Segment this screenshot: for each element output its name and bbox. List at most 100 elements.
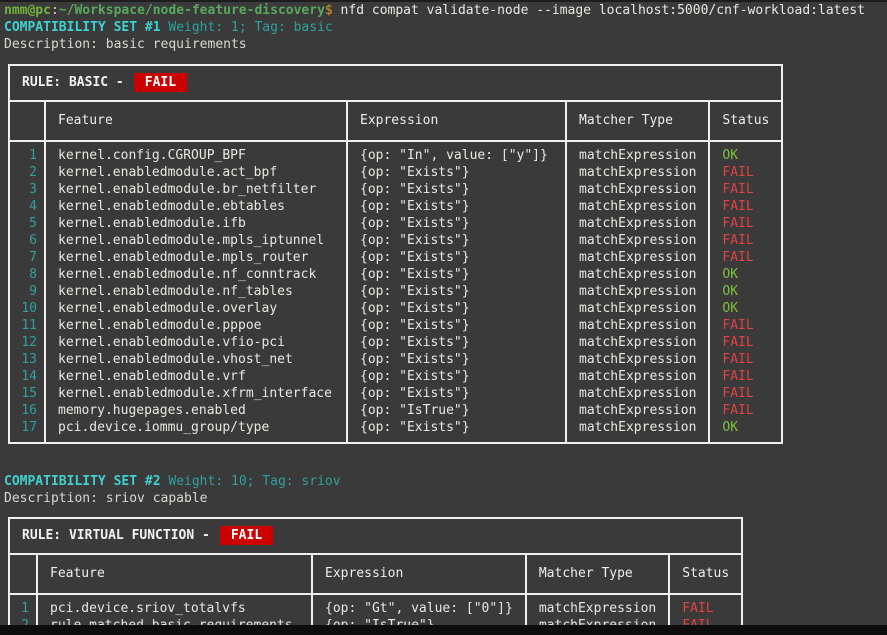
feature-cell: kernel.enabledmodule.br_netfilter <box>45 181 347 198</box>
matcher-type-cell: matchExpression <box>566 300 709 317</box>
feature-cell: kernel.enabledmodule.mpls_router <box>45 249 347 266</box>
feature-cell: kernel.enabledmodule.vrf <box>45 368 347 385</box>
table-row: 15kernel.enabledmodule.xfrm_interface{op… <box>10 385 781 402</box>
matcher-type-cell: matchExpression <box>566 419 709 442</box>
feature-cell: pci.device.sriov_totalvfs <box>37 594 312 617</box>
status-cell: FAIL <box>669 594 741 617</box>
expression-cell: {op: "In", value: ["y"]} <box>347 141 566 164</box>
table-row: 17pci.device.iommu_group/type{op: "Exist… <box>10 419 781 442</box>
status-cell: FAIL <box>709 181 781 198</box>
col-header-number <box>10 102 45 141</box>
status-cell: FAIL <box>709 232 781 249</box>
compat-table-1: Feature Expression Matcher Type Status 1… <box>10 102 781 442</box>
expression-cell: {op: "Exists"} <box>347 317 566 334</box>
feature-cell: kernel.enabledmodule.xfrm_interface <box>45 385 347 402</box>
col-header-expression: Expression <box>312 555 526 594</box>
column-header-row: Feature Expression Matcher Type Status <box>10 555 741 594</box>
table-row: 11kernel.enabledmodule.pppoe{op: "Exists… <box>10 317 781 334</box>
col-header-matcher-type: Matcher Type <box>566 102 709 141</box>
matcher-type-cell: matchExpression <box>566 164 709 181</box>
matcher-type-cell: matchExpression <box>566 181 709 198</box>
matcher-type-cell: matchExpression <box>566 351 709 368</box>
matcher-type-cell: matchExpression <box>526 594 669 617</box>
terminal-bottom-edge <box>0 625 887 635</box>
terminal-window[interactable]: nmm@pc:~/Workspace/node-feature-discover… <box>0 0 887 635</box>
row-number-cell: 10 <box>10 300 45 317</box>
set1-header-line: COMPATIBILITY SET #1 Weight: 1; Tag: bas… <box>0 19 887 36</box>
matcher-type-cell: matchExpression <box>566 334 709 351</box>
set2-meta: Weight: 10; Tag: sriov <box>161 474 341 489</box>
fail-badge: FAIL <box>220 526 273 545</box>
prompt-colon: : <box>51 3 59 18</box>
matcher-type-cell: matchExpression <box>566 368 709 385</box>
rule-table-virtual-function: RULE: VIRTUAL FUNCTION -FAIL Feature Exp… <box>8 517 743 635</box>
table-row: 3kernel.enabledmodule.br_netfilter{op: "… <box>10 181 781 198</box>
status-cell: FAIL <box>709 334 781 351</box>
col-header-status: Status <box>709 102 781 141</box>
col-header-number <box>10 555 37 594</box>
table-row: 10kernel.enabledmodule.overlay{op: "Exis… <box>10 300 781 317</box>
table-row: 1kernel.config.CGROUP_BPF{op: "In", valu… <box>10 141 781 164</box>
matcher-type-cell: matchExpression <box>566 402 709 419</box>
set2-header-line: COMPATIBILITY SET #2 Weight: 10; Tag: sr… <box>0 473 887 490</box>
status-cell: FAIL <box>709 351 781 368</box>
row-number-cell: 12 <box>10 334 45 351</box>
feature-cell: kernel.enabledmodule.ebtables <box>45 198 347 215</box>
table-row: 8kernel.enabledmodule.nf_conntrack{op: "… <box>10 266 781 283</box>
prompt-line: nmm@pc:~/Workspace/node-feature-discover… <box>0 2 887 19</box>
expression-cell: {op: "Exists"} <box>347 300 566 317</box>
column-header-row: Feature Expression Matcher Type Status <box>10 102 781 141</box>
feature-cell: kernel.enabledmodule.mpls_iptunnel <box>45 232 347 249</box>
status-cell: FAIL <box>709 368 781 385</box>
expression-cell: {op: "Exists"} <box>347 334 566 351</box>
feature-cell: kernel.config.CGROUP_BPF <box>45 141 347 164</box>
rule-label: RULE: BASIC - <box>22 75 124 90</box>
expression-cell: {op: "Exists"} <box>347 351 566 368</box>
matcher-type-cell: matchExpression <box>566 385 709 402</box>
row-number-cell: 15 <box>10 385 45 402</box>
status-cell: OK <box>709 283 781 300</box>
feature-cell: memory.hugepages.enabled <box>45 402 347 419</box>
matcher-type-cell: matchExpression <box>566 266 709 283</box>
expression-cell: {op: "Exists"} <box>347 232 566 249</box>
feature-cell: kernel.enabledmodule.nf_conntrack <box>45 266 347 283</box>
row-number-cell: 9 <box>10 283 45 300</box>
expression-cell: {op: "IsTrue"} <box>347 402 566 419</box>
expression-cell: {op: "Exists"} <box>347 419 566 442</box>
row-number-cell: 3 <box>10 181 45 198</box>
prompt-user-host: nmm@pc <box>4 3 51 18</box>
row-number-cell: 1 <box>10 141 45 164</box>
col-header-status: Status <box>669 555 741 594</box>
table-row: 2kernel.enabledmodule.act_bpf{op: "Exist… <box>10 164 781 181</box>
expression-cell: {op: "Exists"} <box>347 385 566 402</box>
table-row: 12kernel.enabledmodule.vfio-pci{op: "Exi… <box>10 334 781 351</box>
fail-badge: FAIL <box>134 73 187 92</box>
row-number-cell: 14 <box>10 368 45 385</box>
matcher-type-cell: matchExpression <box>566 198 709 215</box>
table-row: 9kernel.enabledmodule.nf_tables{op: "Exi… <box>10 283 781 300</box>
table-row: 16memory.hugepages.enabled{op: "IsTrue"}… <box>10 402 781 419</box>
row-number-cell: 1 <box>10 594 37 617</box>
row-number-cell: 2 <box>10 164 45 181</box>
expression-cell: {op: "Exists"} <box>347 198 566 215</box>
status-cell: OK <box>709 300 781 317</box>
status-cell: OK <box>709 141 781 164</box>
expression-cell: {op: "Exists"} <box>347 181 566 198</box>
table-row: 1pci.device.sriov_totalvfs{op: "Gt", val… <box>10 594 741 617</box>
table-row: 7kernel.enabledmodule.mpls_router{op: "E… <box>10 249 781 266</box>
row-number-cell: 5 <box>10 215 45 232</box>
status-cell: FAIL <box>709 215 781 232</box>
matcher-type-cell: matchExpression <box>566 283 709 300</box>
expression-cell: {op: "Exists"} <box>347 283 566 300</box>
row-number-cell: 13 <box>10 351 45 368</box>
status-cell: FAIL <box>709 317 781 334</box>
rule-table-basic: RULE: BASIC - FAIL Feature Expression Mat… <box>8 64 783 444</box>
status-cell: FAIL <box>709 249 781 266</box>
row-number-cell: 8 <box>10 266 45 283</box>
status-cell: FAIL <box>709 385 781 402</box>
matcher-type-cell: matchExpression <box>566 215 709 232</box>
feature-cell: pci.device.iommu_group/type <box>45 419 347 442</box>
feature-cell: kernel.enabledmodule.vfio-pci <box>45 334 347 351</box>
set2-description: Description: sriov capable <box>0 490 887 507</box>
set1-title: COMPATIBILITY SET #1 <box>4 20 161 35</box>
